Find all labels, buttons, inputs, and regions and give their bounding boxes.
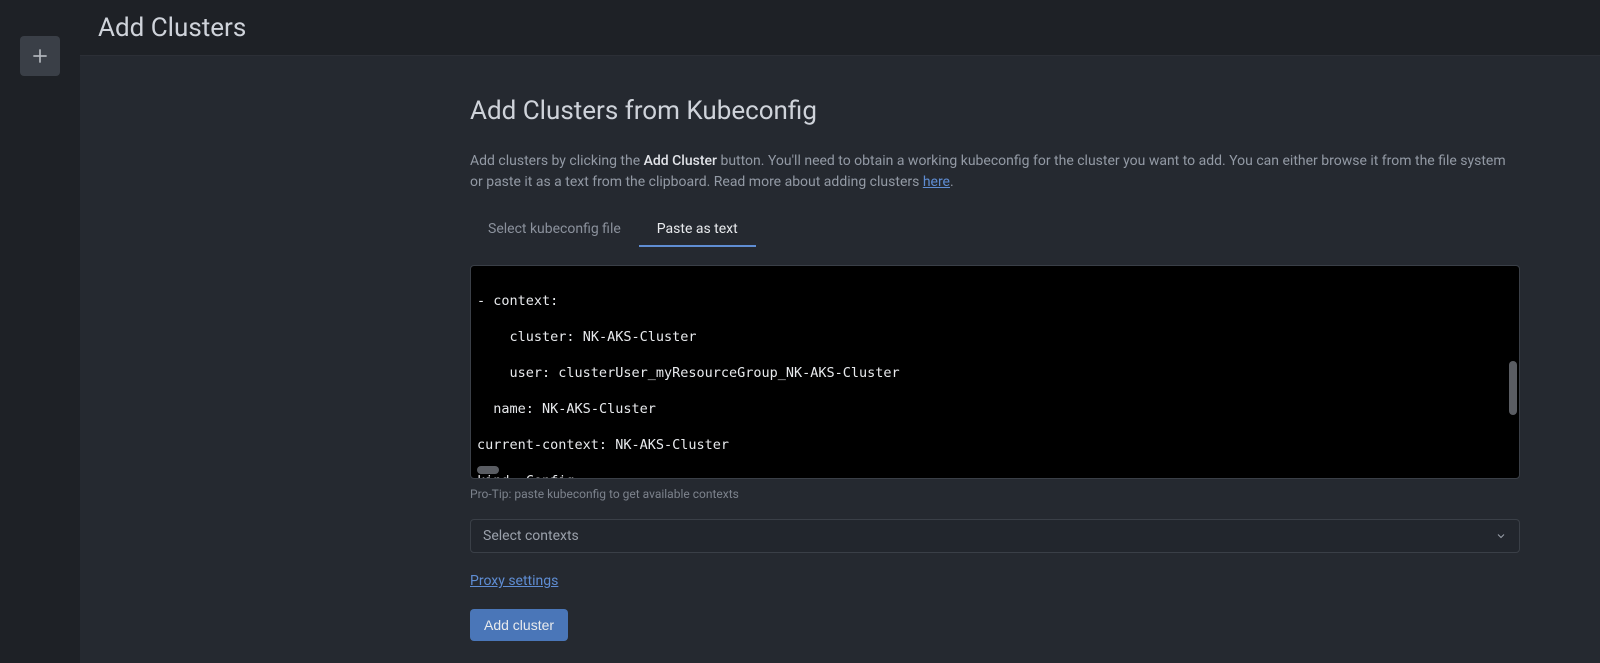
add-cluster-icon-button[interactable] <box>20 36 60 76</box>
pro-tip-text: Pro-Tip: paste kubeconfig to get availab… <box>470 487 1520 501</box>
select-contexts-dropdown[interactable]: Select contexts <box>470 519 1520 553</box>
editor-scrollbar-horizontal[interactable] <box>477 466 499 474</box>
tabs: Select kubeconfig file Paste as text <box>470 213 1520 247</box>
description-link-here[interactable]: here <box>923 174 950 190</box>
page-title: Add Clusters <box>98 13 246 43</box>
description-bold: Add Cluster <box>644 153 717 169</box>
tab-paste-as-text[interactable]: Paste as text <box>639 213 756 247</box>
editor-scrollbar-vertical[interactable] <box>1509 361 1517 415</box>
add-cluster-button[interactable]: Add cluster <box>470 609 568 641</box>
section-description: Add clusters by clicking the Add Cluster… <box>470 151 1520 193</box>
plus-icon <box>30 46 50 66</box>
section-title: Add Clusters from Kubeconfig <box>470 96 1520 126</box>
code-text: context <box>493 293 550 309</box>
main-area: Add Clusters Add Clusters from Kubeconfi… <box>80 0 1600 663</box>
tab-select-kubeconfig-file[interactable]: Select kubeconfig file <box>470 213 639 247</box>
description-text-1: Add clusters by clicking the <box>470 153 644 169</box>
sidebar <box>0 0 80 663</box>
content: Add Clusters from Kubeconfig Add cluster… <box>80 56 1600 663</box>
header: Add Clusters <box>80 0 1600 56</box>
kubeconfig-textarea[interactable]: - context: cluster: NK-AKS-Cluster user:… <box>470 265 1520 479</box>
proxy-settings-link[interactable]: Proxy settings <box>470 573 558 589</box>
chevron-down-icon <box>1495 530 1507 542</box>
select-contexts-placeholder: Select contexts <box>483 528 579 544</box>
description-text-3: . <box>950 174 954 190</box>
